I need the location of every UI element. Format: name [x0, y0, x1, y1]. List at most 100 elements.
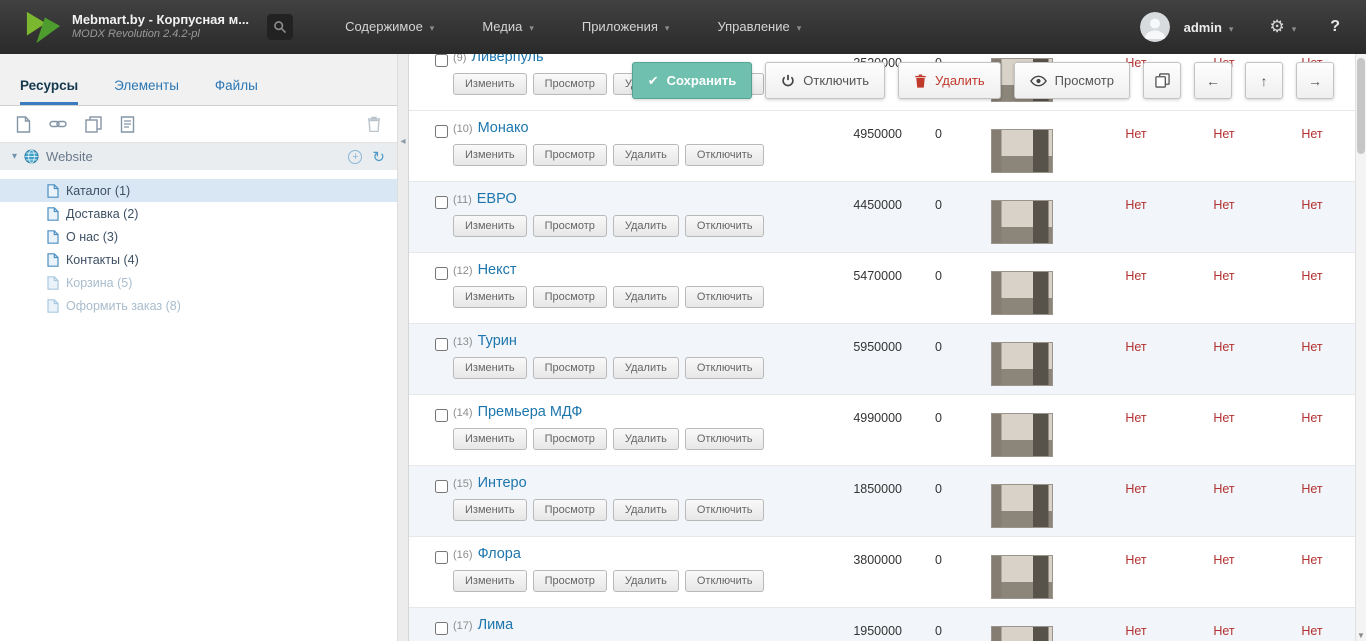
- sidebar-tab[interactable]: Элементы: [114, 78, 179, 105]
- row-checkbox[interactable]: [435, 551, 448, 564]
- tree-item[interactable]: Корзина (5): [0, 271, 397, 294]
- row-edit-button[interactable]: Изменить: [453, 286, 527, 308]
- row-view-button[interactable]: Просмотр: [532, 144, 607, 166]
- refresh-icon[interactable]: ↻: [372, 148, 385, 166]
- resource-name-link[interactable]: Ливерпуль: [471, 54, 543, 65]
- static-resource-icon[interactable]: [120, 115, 135, 133]
- user-avatar[interactable]: [1139, 12, 1170, 42]
- duplicate-button[interactable]: [1143, 62, 1181, 99]
- row-checkbox[interactable]: [435, 196, 448, 209]
- row-edit-button[interactable]: Изменить: [453, 570, 527, 592]
- row-checkbox[interactable]: [435, 125, 448, 138]
- row-disable-button[interactable]: Отключить: [684, 428, 765, 450]
- resource-name-link[interactable]: Интеро: [478, 475, 527, 491]
- tree-root-website[interactable]: ▾ Website + ↻: [0, 143, 397, 170]
- row-delete-button[interactable]: Удалить: [612, 215, 679, 237]
- view-button-label: Просмотр: [1054, 73, 1114, 88]
- add-resource-icon[interactable]: +: [348, 149, 363, 164]
- next-button[interactable]: →: [1296, 62, 1334, 99]
- row-checkbox[interactable]: [435, 338, 448, 351]
- tree-expander-icon[interactable]: ▾: [12, 151, 17, 162]
- view-button[interactable]: Просмотр: [1013, 62, 1130, 99]
- resource-name-link[interactable]: Некст: [478, 262, 517, 278]
- row-view-button[interactable]: Просмотр: [532, 357, 607, 379]
- user-menu[interactable]: admin ▾: [1184, 20, 1234, 35]
- new-document-icon[interactable]: [16, 115, 31, 133]
- help-button[interactable]: ?: [1330, 18, 1340, 36]
- resource-name-link[interactable]: Флора: [478, 546, 521, 562]
- row-disable-button[interactable]: Отключить: [684, 570, 765, 592]
- row-disable-button[interactable]: Отключить: [684, 215, 765, 237]
- row-delete-button[interactable]: Удалить: [612, 357, 679, 379]
- product-list: (9) Ливерпуль Изменить Просмотр Удалить …: [409, 54, 1366, 641]
- resource-name-link[interactable]: Лима: [478, 617, 514, 633]
- row-view-button[interactable]: Просмотр: [532, 215, 607, 237]
- prev-button[interactable]: ←: [1194, 62, 1232, 99]
- menu-item[interactable]: Медиа ▾: [458, 0, 558, 54]
- row-checkbox[interactable]: [435, 480, 448, 493]
- row-checkbox[interactable]: [435, 409, 448, 422]
- globe-icon: [24, 149, 39, 164]
- row-view-button[interactable]: Просмотр: [532, 286, 607, 308]
- row-disable-button[interactable]: Отключить: [684, 357, 765, 379]
- row-disable-button[interactable]: Отключить: [684, 144, 765, 166]
- duplicate-document-icon[interactable]: [85, 115, 102, 133]
- search-button[interactable]: [267, 14, 294, 40]
- modx-logo-icon[interactable]: [24, 9, 62, 45]
- site-identity[interactable]: Mebmart.by - Корпусная м... MODX Revolut…: [72, 12, 249, 42]
- row-delete-button[interactable]: Удалить: [612, 428, 679, 450]
- weblink-icon[interactable]: [49, 117, 67, 131]
- flag-new-value: Нет: [1125, 482, 1147, 496]
- row-edit-button[interactable]: Изменить: [453, 499, 527, 521]
- row-view-button[interactable]: Просмотр: [532, 428, 607, 450]
- settings-menu[interactable]: ⚙ ▾: [1269, 17, 1296, 37]
- row-checkbox[interactable]: [435, 622, 448, 635]
- price-value: 5470000: [853, 269, 902, 283]
- tree-item[interactable]: Контакты (4): [0, 248, 397, 271]
- row-checkbox[interactable]: [435, 54, 448, 67]
- sidebar-tab[interactable]: Ресурсы: [20, 78, 79, 105]
- menu-item[interactable]: Управление ▾: [693, 0, 825, 54]
- menu-item[interactable]: Содержимое ▾: [321, 0, 458, 54]
- row-disable-button[interactable]: Отключить: [684, 286, 765, 308]
- scrollbar-thumb[interactable]: [1357, 58, 1365, 154]
- row-delete-button[interactable]: Удалить: [612, 286, 679, 308]
- tree-item[interactable]: Каталог (1): [0, 179, 397, 202]
- resource-name-link[interactable]: Турин: [478, 333, 517, 349]
- checkbox-cell: [409, 262, 453, 285]
- resource-name-link[interactable]: Монако: [478, 120, 529, 136]
- sidebar-tab[interactable]: Файлы: [215, 78, 258, 105]
- row-edit-button[interactable]: Изменить: [453, 428, 527, 450]
- disable-button[interactable]: Отключить: [765, 62, 885, 99]
- row-edit-button[interactable]: Изменить: [453, 357, 527, 379]
- row-edit-button[interactable]: Изменить: [453, 215, 527, 237]
- up-button[interactable]: ↑: [1245, 62, 1283, 99]
- trash-icon[interactable]: [367, 116, 381, 132]
- search-icon: [273, 20, 287, 34]
- save-button[interactable]: ✔ Сохранить: [631, 62, 753, 99]
- row-disable-button[interactable]: Отключить: [684, 499, 765, 521]
- vertical-scrollbar[interactable]: ▼: [1355, 54, 1366, 641]
- sidebar-collapse-handle[interactable]: ◂: [397, 54, 409, 641]
- row-checkbox[interactable]: [435, 267, 448, 280]
- row-view-button[interactable]: Просмотр: [532, 73, 607, 95]
- flag-popular-value: Нет: [1213, 198, 1235, 212]
- row-view-button[interactable]: Просмотр: [532, 570, 607, 592]
- left-sidebar: Ресурсы Элементы Файлы ▾ Website + ↻ Кат…: [0, 54, 397, 641]
- menu-item[interactable]: Приложения ▾: [558, 0, 694, 54]
- tree-item-label: Оформить заказ (8): [66, 298, 181, 313]
- row-delete-button[interactable]: Удалить: [612, 570, 679, 592]
- resource-name-link[interactable]: ЕВРО: [477, 191, 517, 207]
- row-delete-button[interactable]: Удалить: [612, 499, 679, 521]
- row-delete-button[interactable]: Удалить: [612, 144, 679, 166]
- tree-item[interactable]: О нас (3): [0, 225, 397, 248]
- delete-button[interactable]: Удалить: [897, 62, 1001, 99]
- row-view-button[interactable]: Просмотр: [532, 499, 607, 521]
- tree-item[interactable]: Доставка (2): [0, 202, 397, 225]
- scroll-down-icon[interactable]: ▼: [1356, 631, 1366, 640]
- row-edit-button[interactable]: Изменить: [453, 73, 527, 95]
- checkbox-cell: [409, 54, 453, 72]
- resource-name-link[interactable]: Премьера МДФ: [478, 404, 583, 420]
- tree-item[interactable]: Оформить заказ (8): [0, 294, 397, 317]
- row-edit-button[interactable]: Изменить: [453, 144, 527, 166]
